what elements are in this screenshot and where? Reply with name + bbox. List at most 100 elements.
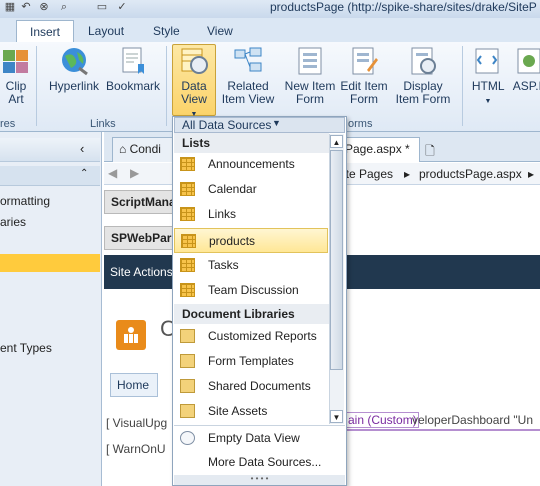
data-view-icon [179, 46, 209, 76]
bookmark-label: Bookmark [105, 79, 161, 93]
new-form-icon [295, 46, 325, 76]
scroll-down-icon[interactable]: ▼ [330, 410, 343, 423]
new-page-icon[interactable]: 🗋 [422, 142, 438, 158]
list-item-products[interactable]: products [174, 228, 328, 253]
list-item-calendar[interactable]: Calendar [174, 177, 328, 202]
panel-header: ‹ [0, 138, 100, 162]
spelling-icon[interactable]: ✓ [114, 0, 130, 14]
home-nav-label: Home [117, 378, 150, 392]
library-item-form-templates[interactable]: Form Templates [174, 349, 328, 374]
document-library-icon [180, 379, 195, 393]
new-item-form-button[interactable]: New Item Form [282, 46, 338, 106]
panel-item[interactable]: aries [0, 215, 26, 229]
back-icon[interactable]: ◀ [108, 166, 117, 180]
new-item-form-label: New Item Form [284, 79, 336, 106]
bookmark-button[interactable]: Bookmark [104, 46, 162, 93]
html-button[interactable]: HTML ▼ [468, 46, 508, 108]
code-line: [ WarnOnU [106, 442, 166, 456]
display-item-form-button[interactable]: Display Item Form [392, 46, 454, 106]
browse-icon[interactable]: ⌕ [56, 0, 72, 14]
resize-grip-icon[interactable]: • • • • [174, 475, 345, 485]
scroll-up-icon[interactable]: ▲ [330, 135, 343, 148]
list-item-label: Tasks [208, 258, 239, 272]
list-item-tasks[interactable]: Tasks [174, 253, 328, 278]
site-actions-menu[interactable]: Site Actions [110, 265, 173, 279]
title-bar: ▦ ↶ ⊗ ⌕ ▭ ✓ productsPage (http://spike-s… [0, 0, 540, 18]
save-icon[interactable]: ▦ [2, 0, 18, 14]
library-item-label: Site Assets [208, 404, 268, 418]
html-icon [473, 46, 503, 76]
clip-art-icon [1, 46, 31, 76]
breadcrumb-site-pages[interactable]: ite Pages [343, 167, 393, 181]
clip-art-button[interactable]: Clip Art [0, 46, 32, 106]
tab-layout[interactable]: Layout [88, 20, 124, 42]
library-item-shared-documents[interactable]: Shared Documents [174, 374, 328, 399]
asp-button[interactable]: ASP.N [510, 46, 540, 93]
custom-tag[interactable]: ain (Custom) [346, 412, 419, 428]
data-view-content[interactable]: Data View ▼ [172, 46, 216, 121]
library-item-customized-reports[interactable]: Customized Reports [174, 324, 328, 349]
asp-label: ASP.N [512, 79, 540, 93]
edit-item-form-label: Edit Item Form [340, 79, 388, 106]
chevron-left-icon[interactable]: ‹ [80, 141, 84, 156]
section-document-libraries: Document Libraries [174, 304, 329, 324]
list-item-links[interactable]: Links [174, 202, 328, 227]
edit-form-icon [349, 46, 379, 76]
asp-icon [515, 46, 540, 76]
related-item-view-button[interactable]: Related Item View [218, 46, 278, 106]
chevron-up-icon[interactable]: ⌃ [80, 168, 88, 179]
navigation-panel: ‹ ⌃ ormatting aries ent Types [0, 132, 102, 486]
panel-item-selected[interactable] [0, 254, 100, 272]
list-icon [180, 283, 195, 297]
more-data-sources-item[interactable]: More Data Sources... [174, 450, 345, 475]
scrollbar-thumb[interactable] [330, 150, 343, 370]
all-data-sources-label: All Data Sources [182, 118, 272, 132]
breadcrumb-separator-icon: ▸ [528, 167, 535, 181]
group-label-partial: res [0, 118, 16, 130]
dropdown-arrow-icon: ▼ [484, 98, 492, 105]
list-item-label: Calendar [208, 182, 257, 196]
home-icon: ⌂ [119, 142, 127, 156]
related-item-view-label: Related Item View [221, 79, 275, 106]
clip-art-label: Clip Art [5, 79, 27, 106]
more-data-sources-label: More Data Sources... [208, 455, 322, 469]
list-icon [180, 207, 195, 221]
tab-view[interactable]: View [207, 20, 233, 42]
empty-data-view-item[interactable]: Empty Data View [174, 426, 345, 451]
panel-item[interactable]: ent Types [0, 341, 52, 355]
group-separator [462, 46, 463, 126]
list-icon [180, 157, 195, 171]
edit-item-form-button[interactable]: Edit Item Form [338, 46, 390, 106]
tab-productspage[interactable]: Page.aspx * [338, 137, 420, 162]
list-item-label: products [209, 234, 256, 248]
tab-productspage-label: Page.aspx * [345, 142, 410, 156]
webpart-manager-control[interactable]: SPWebPar [104, 226, 174, 250]
display-item-form-label: Display Item Form [395, 79, 451, 106]
undo-icon[interactable]: ↶ [18, 0, 34, 14]
library-item-label: Shared Documents [208, 379, 311, 393]
folder-icon[interactable]: ▭ [94, 0, 110, 14]
tab-condi-label: Condi [129, 142, 161, 156]
breadcrumb-current[interactable]: productsPage.aspx [419, 167, 522, 181]
ribbon-tab-row [0, 18, 540, 42]
script-manager-control[interactable]: ScriptMana [104, 190, 176, 214]
all-data-sources-header[interactable]: All Data Sources ▼ [174, 117, 345, 133]
panel-item[interactable]: ormatting [0, 194, 50, 208]
list-item-team-discussion[interactable]: Team Discussion [174, 278, 328, 303]
hyperlink-button[interactable]: Hyperlink [46, 46, 102, 93]
dropdown-arrow-icon: ▼ [272, 118, 281, 128]
library-item-site-assets[interactable]: Site Assets [174, 399, 328, 424]
list-item-label: Announcements [208, 157, 295, 171]
site-logo-icon [116, 320, 146, 350]
breadcrumb-separator-icon: ▸ [404, 167, 411, 181]
list-item-label: Links [208, 207, 237, 221]
tab-insert[interactable]: Insert [16, 20, 75, 42]
tab-style[interactable]: Style [153, 20, 180, 42]
home-nav-link[interactable]: Home [110, 373, 158, 397]
close-circle-icon[interactable]: ⊗ [36, 0, 52, 14]
forward-icon[interactable]: ▶ [130, 166, 139, 180]
list-icon [180, 258, 195, 272]
tag-underline [346, 429, 540, 431]
list-item-announcements[interactable]: Announcements [174, 152, 328, 177]
library-item-label: Form Templates [208, 354, 294, 368]
